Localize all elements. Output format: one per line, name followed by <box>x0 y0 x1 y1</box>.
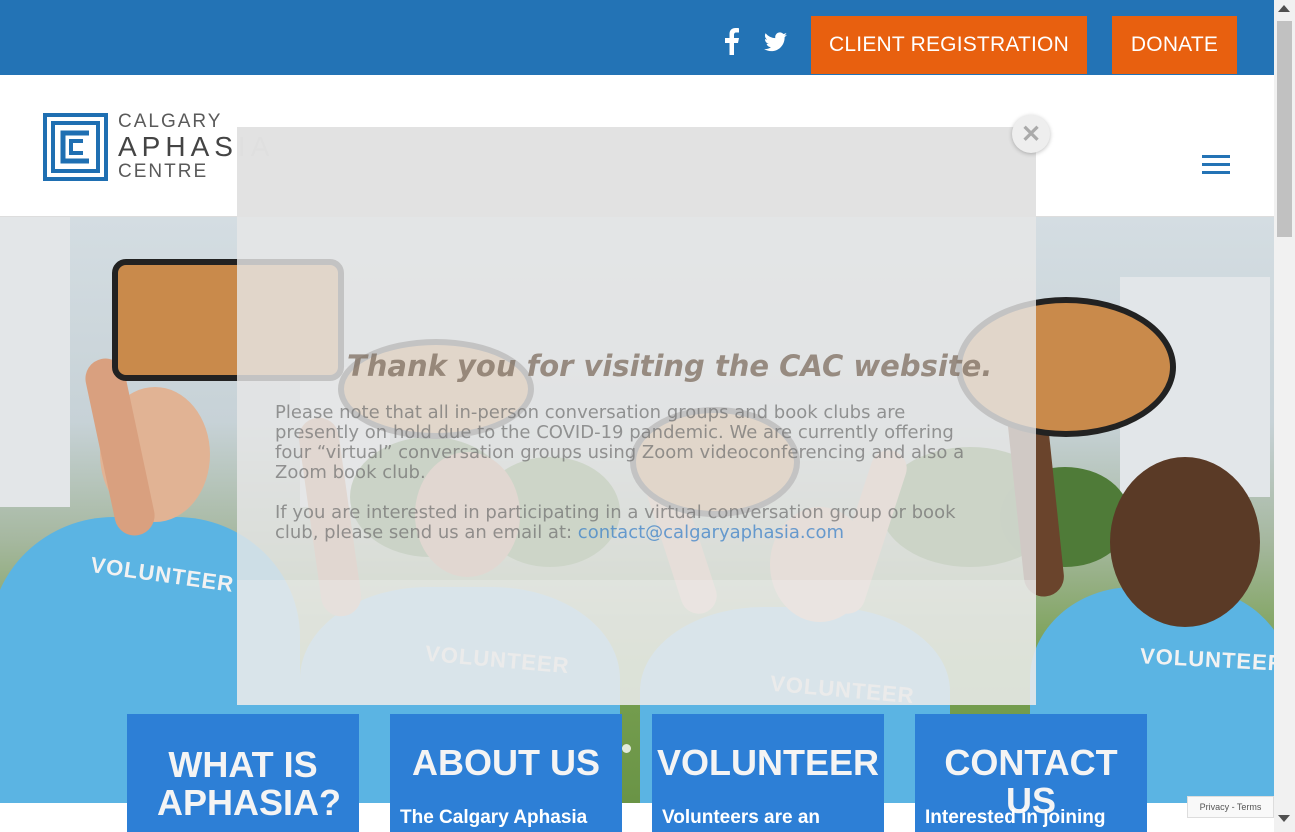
card-contact-us[interactable]: CONTACT US Interested in joining <box>915 714 1147 832</box>
card-title: VOLUNTEER <box>656 742 879 783</box>
twitter-icon[interactable] <box>764 32 787 52</box>
card-title: WHAT IS APHASIA? <box>157 744 342 823</box>
popup-body: Please note that all in-person conversat… <box>275 403 995 563</box>
popup-title: Thank you for visiting the CAC website. <box>347 349 993 383</box>
hamburger-menu-icon[interactable] <box>1202 155 1230 175</box>
page: CLIENT REGISTRATION DONATE CALGARY APHAS… <box>0 0 1295 832</box>
popup-paragraph-2: If you are interested in participating i… <box>275 503 995 543</box>
recaptcha-badge[interactable]: Privacy - Terms <box>1187 796 1274 818</box>
scroll-thumb[interactable] <box>1277 21 1292 237</box>
scroll-up-arrow-icon[interactable] <box>1278 5 1290 12</box>
logo-mark-icon <box>43 112 108 181</box>
donate-button[interactable]: DONATE <box>1112 16 1237 74</box>
popup-email-link[interactable]: contact@calgaryaphasia.com <box>578 522 844 543</box>
close-icon[interactable]: ✕ <box>1012 115 1050 153</box>
facebook-icon[interactable] <box>725 28 739 55</box>
scroll-down-arrow-icon[interactable] <box>1278 815 1290 822</box>
card-about-us[interactable]: ABOUT US The Calgary Aphasia <box>390 714 622 832</box>
popup-paragraph-1: Please note that all in-person conversat… <box>275 402 965 483</box>
card-volunteer[interactable]: VOLUNTEER Volunteers are an <box>652 714 884 832</box>
card-text: The Calgary Aphasia <box>400 807 588 828</box>
top-bar: CLIENT REGISTRATION DONATE <box>0 0 1274 75</box>
card-title: ABOUT US <box>412 742 600 783</box>
slider-dot[interactable] <box>622 744 631 753</box>
announcement-popup: Thank you for visiting the CAC website. … <box>237 127 1036 705</box>
scrollbar[interactable] <box>1274 0 1295 832</box>
card-text: Volunteers are an <box>662 807 821 828</box>
client-registration-button[interactable]: CLIENT REGISTRATION <box>811 16 1087 74</box>
card-what-is-aphasia[interactable]: WHAT IS APHASIA? <box>127 714 359 832</box>
card-text: Interested in joining <box>925 807 1106 828</box>
